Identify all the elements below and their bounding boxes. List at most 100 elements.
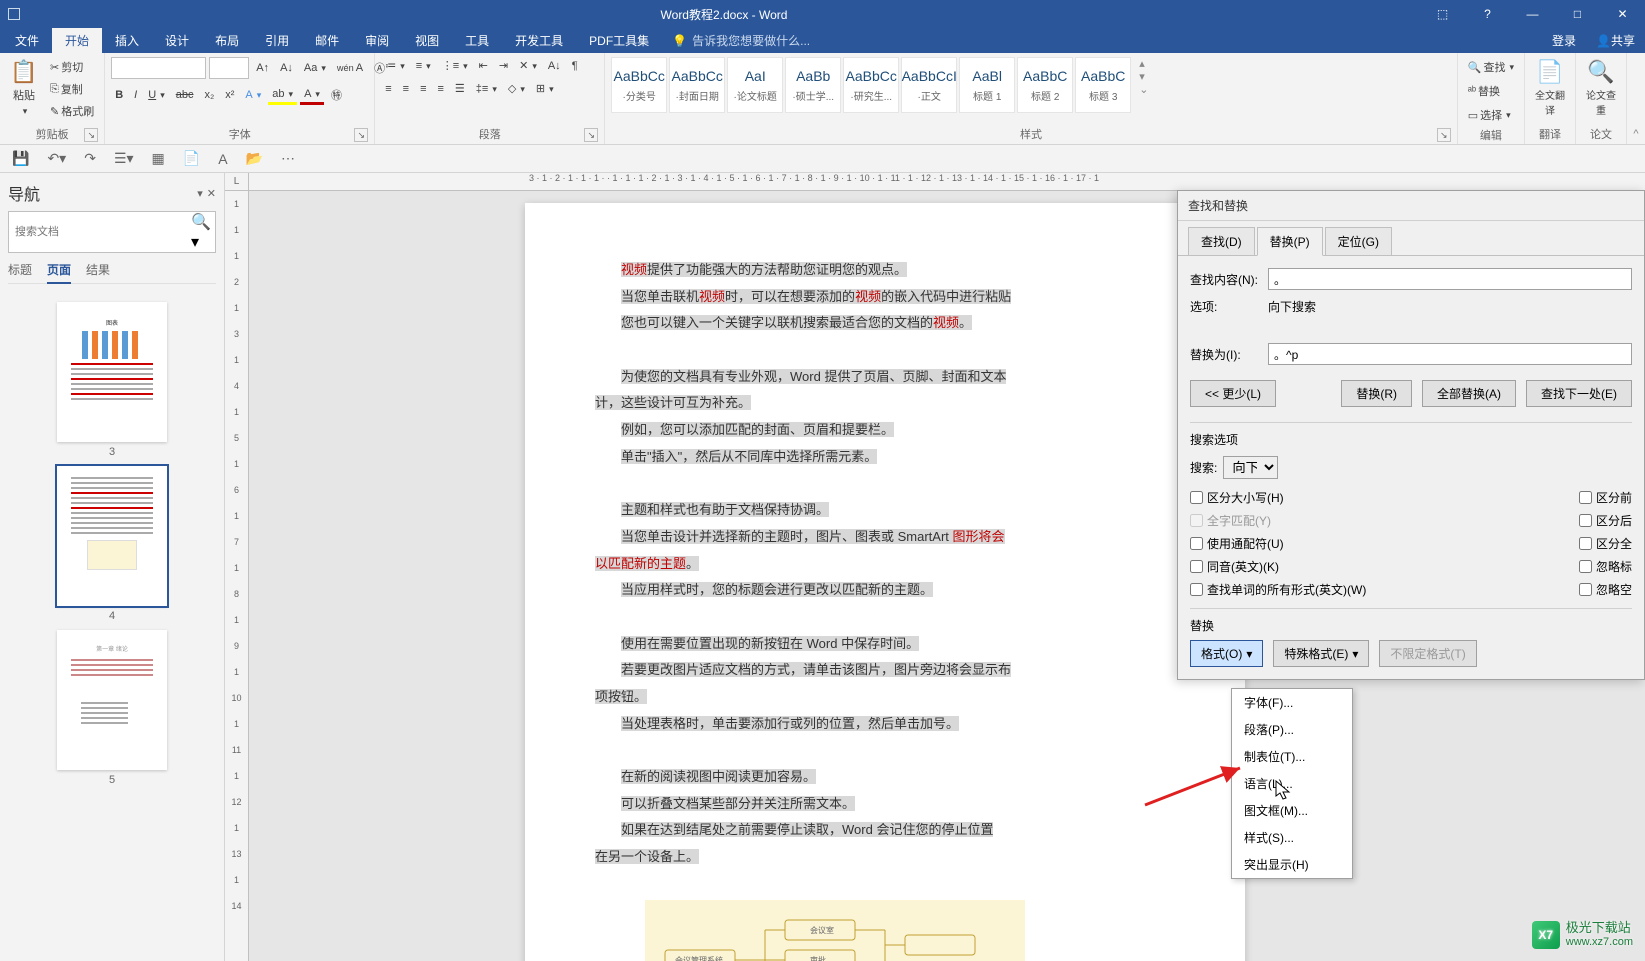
- thesis-check-button[interactable]: 🔍 论文查重: [1582, 57, 1620, 119]
- paragraph[interactable]: 在另一个设备上。: [595, 845, 1175, 870]
- subscript-button[interactable]: x₂: [200, 87, 218, 103]
- cb-word-forms[interactable]: 查找单词的所有形式(英文)(W): [1190, 581, 1366, 598]
- vertical-ruler[interactable]: 111213141516171819110111112113114: [225, 191, 249, 961]
- page-thumbnails[interactable]: 图表34第一章 绪论5: [8, 294, 216, 953]
- format-menu-item[interactable]: 字体(F)...: [1232, 689, 1352, 716]
- tab-review[interactable]: 审阅: [352, 28, 402, 53]
- tab-file[interactable]: 文件: [2, 28, 52, 53]
- tab-insert[interactable]: 插入: [102, 28, 152, 53]
- page-thumbnail[interactable]: 第一章 绪论: [57, 630, 167, 770]
- qat-undo-icon[interactable]: ↶▾: [43, 148, 70, 169]
- document-page[interactable]: 视频提供了功能强大的方法帮助您证明您的观点。 当您单击联机视频时，可以在想要添加…: [525, 203, 1245, 961]
- paragraph[interactable]: 为使您的文档具有专业外观，Word 提供了页眉、页脚、封面和文本: [595, 365, 1175, 390]
- format-button[interactable]: 格式(O) ▾: [1190, 640, 1263, 667]
- find-next-button[interactable]: 查找下一处(E): [1526, 380, 1632, 407]
- find-what-input[interactable]: [1268, 268, 1632, 290]
- page-thumbnail[interactable]: 图表: [57, 302, 167, 442]
- bold-button[interactable]: B: [111, 87, 127, 103]
- paragraph[interactable]: 视频提供了功能强大的方法帮助您证明您的观点。: [595, 258, 1175, 283]
- paragraph[interactable]: 当处理表格时，单击要添加行或列的位置，然后单击加号。: [595, 712, 1175, 737]
- paragraph[interactable]: 单击"插入"，然后从不同库中选择所需元素。: [595, 445, 1175, 470]
- paste-button[interactable]: 📋 粘贴: [6, 57, 42, 119]
- style-gallery[interactable]: AaBbCc·分类号AaBbCc·封面日期AaI·论文标题AaBb·硕士学...…: [611, 57, 1131, 113]
- qat-table-icon[interactable]: ▦: [148, 148, 169, 169]
- nav-tab-pages[interactable]: 页面: [47, 261, 71, 284]
- style-item[interactable]: AaBbCcI·正文: [901, 57, 957, 113]
- nav-tab-headings[interactable]: 标题: [8, 261, 32, 279]
- cb-ignore-space[interactable]: 忽略空: [1579, 581, 1632, 598]
- collapse-ribbon-icon[interactable]: ^: [1633, 128, 1638, 140]
- cb-prefix[interactable]: 区分前: [1579, 489, 1632, 506]
- paragraph[interactable]: 以匹配新的主题。: [595, 552, 1175, 577]
- minimize-button[interactable]: —: [1510, 0, 1555, 28]
- cb-match-case[interactable]: 区分大小写(H): [1190, 489, 1366, 506]
- paragraph[interactable]: [595, 605, 1175, 630]
- embedded-diagram[interactable]: 会议管理系统会议室审批: [645, 900, 1025, 961]
- font-color-button[interactable]: A: [300, 86, 324, 105]
- font-size-combo[interactable]: [209, 57, 249, 79]
- align-right-button[interactable]: ≡: [416, 81, 430, 97]
- replace-all-button[interactable]: 全部替换(A): [1422, 380, 1516, 407]
- font-launcher[interactable]: [354, 128, 368, 142]
- bullets-button[interactable]: ≔: [381, 57, 409, 74]
- tab-view[interactable]: 视图: [402, 28, 452, 53]
- nav-tab-results[interactable]: 结果: [86, 261, 110, 279]
- paragraph[interactable]: 当应用样式时，您的标题会进行更改以匹配新的主题。: [595, 578, 1175, 603]
- ribbon-display-icon[interactable]: ⬚: [1420, 0, 1465, 28]
- grow-font-button[interactable]: A↑: [252, 60, 273, 76]
- gallery-down-icon[interactable]: ▾: [1139, 70, 1148, 83]
- style-item[interactable]: AaBbCc·研究生...: [843, 57, 899, 113]
- tab-pdf[interactable]: PDF工具集: [576, 28, 662, 53]
- cb-sounds-like[interactable]: 同音(英文)(K): [1190, 558, 1366, 575]
- select-button[interactable]: ▭ 选择: [1464, 105, 1515, 125]
- close-button[interactable]: ✕: [1600, 0, 1645, 28]
- align-center-button[interactable]: ≡: [399, 81, 413, 97]
- replace-with-input[interactable]: [1268, 343, 1632, 365]
- clipboard-launcher[interactable]: [84, 128, 98, 142]
- style-item[interactable]: AaI·论文标题: [727, 57, 783, 113]
- nav-search-input[interactable]: [9, 212, 191, 252]
- tab-design[interactable]: 设计: [152, 28, 202, 53]
- cb-halfwidth[interactable]: 区分全: [1579, 535, 1632, 552]
- line-spacing-button[interactable]: ‡≡: [472, 81, 501, 97]
- phonetic-guide-button[interactable]: wénA: [333, 60, 367, 76]
- paragraph[interactable]: 在新的阅读视图中阅读更加容易。: [595, 765, 1175, 790]
- text-effects-button[interactable]: A: [241, 87, 265, 103]
- find-button[interactable]: 🔍 查找: [1464, 57, 1518, 77]
- paragraph[interactable]: 当您单击设计并选择新的主题时，图片、图表或 SmartArt 图形将会: [595, 525, 1175, 550]
- horizontal-ruler[interactable]: 3 · 1 · 2 · 1 · 1 · 1 · · 1 · 1 · 1 · 2 …: [249, 173, 1645, 191]
- asian-layout-button[interactable]: ✕: [515, 57, 541, 74]
- nav-close-icon[interactable]: ✕: [207, 187, 216, 200]
- enclose-char-button[interactable]: ㊕: [327, 85, 346, 105]
- paragraph[interactable]: 您也可以键入一个关键字以联机搜索最适合您的文档的视频。: [595, 311, 1175, 336]
- superscript-button[interactable]: x²: [221, 87, 238, 103]
- help-icon[interactable]: [1465, 0, 1510, 28]
- paragraph[interactable]: 项按钮。: [595, 685, 1175, 710]
- italic-button[interactable]: I: [130, 87, 141, 103]
- change-case-button[interactable]: Aa: [300, 60, 330, 76]
- paragraph[interactable]: 计，这些设计可互为补充。: [595, 391, 1175, 416]
- paragraph[interactable]: 若要更改图片适应文档的方式，请单击该图片，图片旁边将会显示布: [595, 658, 1175, 683]
- full-translate-button[interactable]: 📄 全文翻译: [1531, 57, 1569, 119]
- qat-open-icon[interactable]: 📂: [242, 148, 267, 169]
- tab-goto[interactable]: 定位(G): [1325, 227, 1392, 255]
- borders-button[interactable]: ⊞: [532, 80, 558, 97]
- paragraph-launcher[interactable]: [584, 128, 598, 142]
- sort-button[interactable]: A↓: [544, 58, 565, 74]
- style-item[interactable]: AaBbCc·封面日期: [669, 57, 725, 113]
- distribute-button[interactable]: ☰: [451, 80, 469, 97]
- qat-more-icon[interactable]: ⋯: [277, 148, 299, 169]
- paragraph[interactable]: [595, 738, 1175, 763]
- tell-me-search[interactable]: 💡 告诉我您想要做什么...: [662, 28, 820, 53]
- search-icon[interactable]: 🔍▾: [191, 212, 215, 252]
- ruler-corner[interactable]: L: [225, 173, 249, 191]
- login-button[interactable]: 登录: [1542, 28, 1586, 53]
- paragraph[interactable]: [595, 338, 1175, 363]
- tab-layout[interactable]: 布局: [202, 28, 252, 53]
- tab-find[interactable]: 查找(D): [1188, 227, 1255, 255]
- style-item[interactable]: AaBbC标题 3: [1075, 57, 1131, 113]
- style-item[interactable]: AaBl标题 1: [959, 57, 1015, 113]
- paragraph[interactable]: [595, 472, 1175, 497]
- search-direction-select[interactable]: 向下: [1223, 456, 1278, 479]
- shrink-font-button[interactable]: A↓: [276, 60, 297, 76]
